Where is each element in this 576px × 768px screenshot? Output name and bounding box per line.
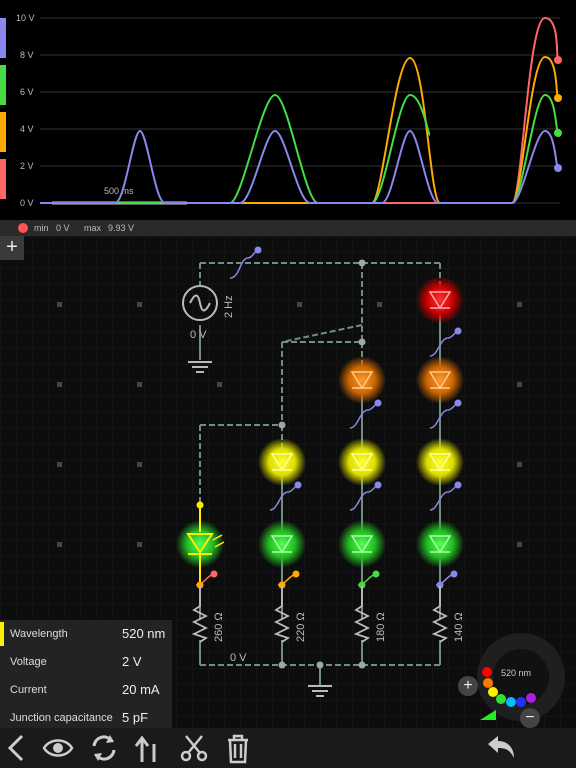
eye-icon[interactable] [42, 732, 74, 764]
flip-icon[interactable] [132, 732, 164, 764]
bottom-toolbar [0, 728, 576, 768]
min-label: min [34, 223, 49, 233]
channel-tab-green[interactable] [0, 65, 6, 105]
trace-marker-blue[interactable] [554, 164, 562, 172]
channel-tab-blue[interactable] [0, 18, 6, 58]
resistor-value: 180 Ω [375, 612, 387, 642]
trace-marker-red[interactable] [554, 56, 562, 64]
oscilloscope-graph: 10 V 8 V 6 V 4 V 2 V 0 V 500 ms [0, 13, 562, 208]
selection-accent [0, 622, 4, 646]
add-component-button[interactable]: + [0, 236, 24, 260]
property-value[interactable]: 2 V [122, 654, 142, 669]
property-label: Junction capacitance [10, 712, 113, 724]
wavelength-picker[interactable]: 520 nm + − [458, 632, 566, 728]
picker-pointer-icon [480, 710, 496, 720]
y-tick-label: 4 V [20, 124, 34, 134]
led-yellow-3[interactable] [416, 438, 464, 486]
led-orange-1[interactable] [338, 356, 386, 404]
led-green-1[interactable] [258, 520, 306, 568]
undo-icon[interactable] [484, 732, 516, 764]
property-label: Voltage [10, 656, 47, 668]
led-yellow-1[interactable] [258, 438, 306, 486]
resistor-value: 220 Ω [295, 612, 307, 642]
min-value: 0 V [56, 223, 70, 233]
channel-tab-orange[interactable] [0, 112, 6, 152]
oscilloscope-panel[interactable]: 10 V 8 V 6 V 4 V 2 V 0 V 500 ms [0, 0, 576, 220]
property-value[interactable]: 5 pF [122, 710, 148, 725]
scope-status-bar: min 0 V max 9.93 V [0, 220, 576, 236]
channel-dot[interactable] [18, 223, 28, 233]
trace-red [40, 16, 559, 204]
led-green-3[interactable] [416, 520, 464, 568]
source-voltage: 0 V [190, 329, 207, 341]
ground-voltage: 0 V [230, 652, 247, 664]
property-row-voltage[interactable]: Voltage 2 V [0, 648, 172, 676]
back-icon[interactable] [2, 732, 34, 764]
led-orange-2[interactable] [416, 356, 464, 404]
trace-orange [40, 55, 559, 204]
max-label: max [84, 223, 102, 233]
time-scale-label: 500 ms [104, 186, 134, 196]
max-value: 9.93 V [108, 223, 135, 233]
picker-wavelength: 520 nm [501, 668, 531, 678]
y-tick-label: 0 V [20, 198, 34, 208]
cut-icon[interactable] [178, 732, 210, 764]
trace-marker-green[interactable] [554, 129, 562, 137]
resistor-value: 140 Ω [453, 612, 465, 642]
resistor-value: 260 Ω [213, 612, 225, 642]
property-label: Wavelength [10, 628, 68, 640]
led-yellow-2[interactable] [338, 438, 386, 486]
rotate-icon[interactable] [88, 732, 120, 764]
picker-decrease-button[interactable]: − [520, 708, 540, 728]
y-tick-label: 8 V [20, 50, 34, 60]
properties-panel: Wavelength 520 nm Voltage 2 V Current 20… [0, 620, 172, 732]
property-label: Current [10, 684, 47, 696]
y-tick-label: 6 V [20, 87, 34, 97]
trace-marker-orange[interactable] [554, 94, 562, 102]
trash-icon[interactable] [222, 732, 254, 764]
wavelength-dial[interactable]: 520 nm [476, 632, 566, 722]
y-tick-label: 10 V [16, 13, 35, 23]
property-value[interactable]: 20 mA [122, 682, 160, 697]
channel-tab-red[interactable] [0, 159, 6, 199]
property-value[interactable]: 520 nm [122, 626, 165, 641]
picker-increase-button[interactable]: + [458, 676, 478, 696]
y-tick-label: 2 V [20, 161, 34, 171]
property-row-wavelength[interactable]: Wavelength 520 nm [0, 620, 172, 648]
source-frequency: 2 Hz [223, 295, 235, 318]
led-green-2[interactable] [338, 520, 386, 568]
led-red-top[interactable] [416, 276, 464, 324]
property-row-current[interactable]: Current 20 mA [0, 676, 172, 704]
